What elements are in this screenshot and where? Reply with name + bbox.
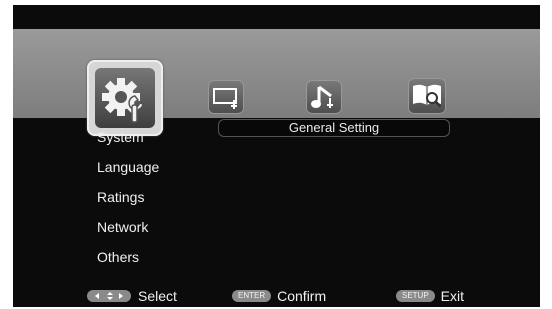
page-title: General Setting [219, 120, 449, 136]
tab-bar: General Setting [13, 29, 540, 136]
book-search-icon [413, 84, 442, 108]
exit-label: Exit [440, 288, 465, 304]
tab-search[interactable] [408, 78, 446, 114]
gear-wrench-icon [102, 78, 144, 123]
tab-video[interactable] [208, 80, 244, 114]
select-label: Select [138, 288, 177, 304]
monitor-icon [213, 88, 237, 109]
settings-screen: General Setting System Language Ratings … [13, 5, 540, 307]
setup-key-badge: SETUP [396, 290, 435, 303]
menu-item-network[interactable]: Network [97, 212, 159, 242]
menu-item-others[interactable]: Others [97, 242, 159, 272]
hint-select: Select [87, 287, 177, 305]
key-hints-bar: Select ENTER Confirm SETUP Exit [13, 285, 540, 307]
hint-exit: SETUP Exit [396, 287, 464, 305]
enter-key-badge: ENTER [232, 290, 272, 303]
arrow-keys-icon [87, 290, 131, 303]
confirm-label: Confirm [277, 288, 327, 304]
tab-audio[interactable] [306, 80, 342, 114]
music-note-icon [311, 85, 333, 108]
menu-item-ratings[interactable]: Ratings [97, 182, 159, 212]
settings-menu: System Language Ratings Network Others [97, 122, 159, 272]
menu-item-language[interactable]: Language [97, 152, 159, 182]
menu-item-system[interactable]: System [97, 122, 159, 152]
hint-confirm: ENTER Confirm [232, 287, 326, 305]
